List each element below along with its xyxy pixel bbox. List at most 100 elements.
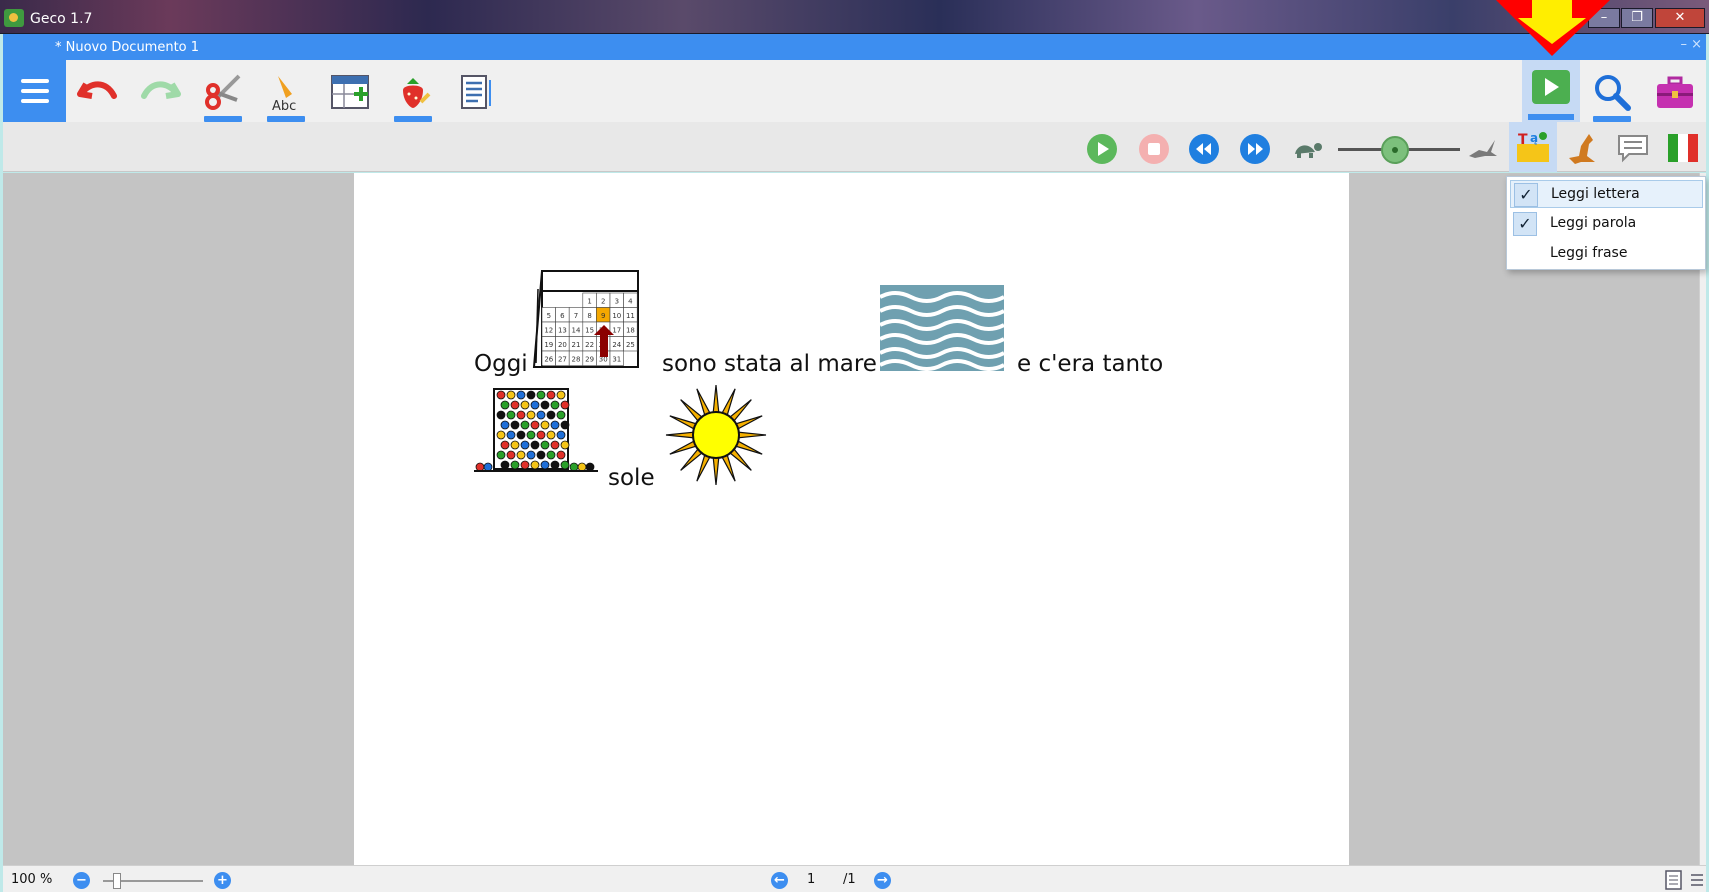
- check-icon: ✓: [1514, 183, 1538, 207]
- italian-flag-icon[interactable]: [1667, 132, 1699, 164]
- sun-symbol-image[interactable]: [664, 383, 768, 487]
- cut-button[interactable]: [201, 70, 245, 122]
- briefcase-icon: [1657, 76, 1693, 108]
- insert-symbol-button[interactable]: [391, 70, 435, 122]
- rewind-icon: [1196, 143, 1211, 155]
- play-icon: [1532, 70, 1570, 104]
- doc-words-sono-stata-al-mare[interactable]: sono stata al mare: [662, 351, 877, 377]
- read-stop-button[interactable]: [1139, 134, 1169, 164]
- many-balls-symbol-image[interactable]: [474, 381, 598, 477]
- calendar-day-number: 31: [612, 356, 621, 364]
- calendar-day-number: 10: [612, 312, 621, 320]
- read-mode-icon: T ą: [1517, 131, 1549, 162]
- current-page-number[interactable]: 1: [807, 872, 815, 887]
- menu-item-leggi-parola[interactable]: ✓ Leggi parola: [1510, 210, 1703, 238]
- speed-slider-knob[interactable]: [1381, 136, 1409, 164]
- calendar-day-number: 5: [547, 312, 551, 320]
- calendar-day-number: 24: [612, 341, 621, 349]
- menu-button[interactable]: [3, 60, 66, 122]
- document-title[interactable]: * Nuovo Documento 1: [55, 40, 199, 55]
- undo-button[interactable]: [76, 70, 120, 114]
- close-window-button[interactable]: ✕: [1655, 8, 1705, 28]
- menu-item-label: Leggi lettera: [1551, 186, 1640, 202]
- calendar-day-number: 17: [612, 327, 621, 335]
- previous-page-button[interactable]: ←: [771, 872, 788, 889]
- list-view-icon[interactable]: [1689, 870, 1705, 890]
- play-icon: [1098, 142, 1109, 156]
- calendar-day-number: 9: [601, 312, 605, 320]
- calendar-day-number: 3: [615, 298, 619, 306]
- zoom-slider-thumb[interactable]: [113, 873, 121, 889]
- total-pages: /1: [843, 872, 856, 887]
- zoom-out-button[interactable]: −: [73, 872, 90, 889]
- symbol-insert-icon: [403, 78, 431, 108]
- calendar-day-number: 29: [585, 356, 594, 364]
- menu-item-leggi-lettera[interactable]: ✓ Leggi lettera: [1510, 180, 1703, 208]
- calendar-day-number: 27: [558, 356, 567, 364]
- calendar-day-number: 12: [544, 327, 553, 335]
- doc-word-oggi[interactable]: Oggi: [474, 351, 528, 377]
- fast-forward-button[interactable]: [1240, 134, 1270, 164]
- calendar-day-number: 7: [574, 312, 578, 320]
- tool-active-indicator: [1528, 114, 1574, 120]
- menu-icon-bar: [21, 89, 49, 93]
- redo-icon: [141, 81, 181, 99]
- menu-icon-bar: [21, 99, 49, 103]
- calendar-day-number: 13: [558, 327, 567, 335]
- calendar-day-number: 11: [626, 312, 635, 320]
- menu-icon: [21, 79, 49, 83]
- calendar-day-number: 18: [626, 327, 635, 335]
- calendar-day-number: 6: [560, 312, 565, 320]
- vertical-scrollbar[interactable]: [1699, 173, 1706, 865]
- page-view-icon[interactable]: [1663, 870, 1685, 890]
- doc-word-sole[interactable]: sole: [608, 465, 655, 491]
- maximize-button[interactable]: ❐: [1621, 8, 1653, 28]
- calendar-day-number: 1: [587, 298, 591, 306]
- menu-item-leggi-frase[interactable]: Leggi frase: [1510, 240, 1703, 268]
- calendar-day-number: 22: [585, 341, 594, 349]
- calendar-day-number: 2: [601, 298, 605, 306]
- doc-words-e-cera-tanto[interactable]: e c'era tanto: [1017, 351, 1163, 377]
- main-toolbar: Abc: [3, 60, 1706, 122]
- calendar-day-number: 26: [544, 356, 553, 364]
- calendar-symbol-image[interactable]: 1234567891011121314151617181920212223242…: [532, 269, 642, 371]
- spell-check-icon: Abc: [272, 76, 296, 112]
- briefcase-button[interactable]: [1653, 70, 1697, 114]
- stop-icon: [1148, 143, 1160, 155]
- document-page[interactable]: Oggi 12345678910111213141516171819202122…: [354, 173, 1349, 865]
- speech-bubble-icon[interactable]: [1615, 132, 1651, 164]
- next-page-button[interactable]: →: [874, 872, 891, 889]
- document-tab-bar: * Nuovo Documento 1 – ×: [3, 34, 1706, 60]
- calendar-day-number: 28: [572, 356, 581, 364]
- document-format-button[interactable]: [454, 70, 498, 114]
- zoom-level-text: 100 %: [11, 872, 53, 887]
- calendar-day-number: 21: [572, 341, 581, 349]
- redo-button[interactable]: [138, 70, 182, 114]
- calendar-day-number: 19: [544, 341, 553, 349]
- check-icon: ✓: [1513, 212, 1537, 236]
- read-aloud-toolbar-button[interactable]: [1522, 60, 1580, 122]
- search-button[interactable]: [1590, 70, 1634, 122]
- read-play-button[interactable]: [1087, 134, 1117, 164]
- hare-icon: [1469, 140, 1497, 158]
- calendar-day-number: 14: [572, 327, 581, 335]
- document-window-controls[interactable]: – ×: [1680, 37, 1702, 52]
- read-mode-button[interactable]: T ą: [1509, 122, 1557, 172]
- scissors-icon: [205, 74, 241, 110]
- rewind-button[interactable]: [1189, 134, 1219, 164]
- status-bar: 100 % − + ← 1 /1 →: [3, 865, 1706, 892]
- insert-table-button[interactable]: [328, 70, 372, 114]
- svg-text:Abc: Abc: [272, 99, 296, 112]
- calendar-day-number: 8: [587, 312, 591, 320]
- spell-check-button[interactable]: Abc: [264, 70, 308, 122]
- calendar-day-number: 20: [558, 341, 567, 349]
- search-icon: [1595, 75, 1631, 111]
- svg-text:ą: ą: [1530, 131, 1538, 145]
- undo-icon: [77, 81, 117, 99]
- reading-controls-bar: T ą: [3, 122, 1706, 172]
- annotation-arrow-icon: [1496, 0, 1610, 56]
- zoom-in-button[interactable]: +: [214, 872, 231, 889]
- calendar-day-number: 15: [585, 327, 594, 335]
- app-title: Geco 1.7: [30, 11, 93, 27]
- sea-waves-symbol-image[interactable]: [880, 285, 1004, 371]
